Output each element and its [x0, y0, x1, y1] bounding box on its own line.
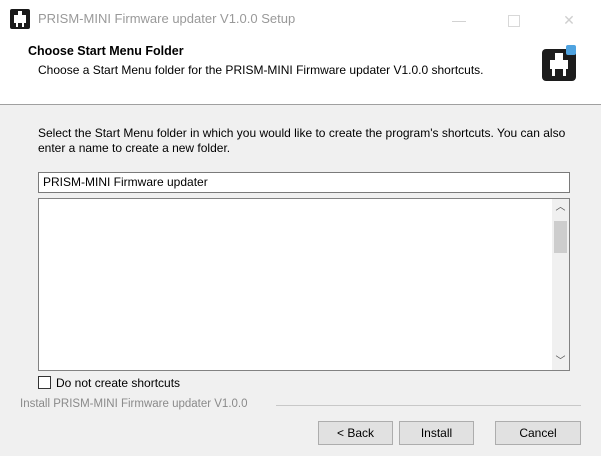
branding-divider — [276, 405, 581, 406]
installer-app-icon — [10, 9, 30, 29]
scroll-down-button[interactable]: ﹀ — [552, 353, 569, 370]
page-subtitle: Choose a Start Menu folder for the PRISM… — [38, 63, 484, 77]
close-icon: ✕ — [563, 12, 575, 28]
minimize-icon: — — [452, 12, 466, 28]
close-button[interactable]: ✕ — [546, 4, 592, 36]
window-title: PRISM-MINI Firmware updater V1.0.0 Setup — [38, 11, 296, 26]
installer-branding: Install PRISM-MINI Firmware updater V1.0… — [20, 398, 248, 410]
page-title: Choose Start Menu Folder — [28, 44, 184, 58]
start-menu-folder-list[interactable]: ︿ ﹀ — [38, 198, 570, 371]
dialog-body: Select the Start Menu folder in which yo… — [0, 105, 601, 456]
chevron-up-icon: ︿ — [555, 202, 566, 213]
install-button[interactable]: Install — [399, 421, 474, 445]
do-not-create-shortcuts-checkbox[interactable] — [38, 376, 51, 389]
folder-list-scrollbar[interactable]: ︿ ﹀ — [552, 199, 569, 370]
do-not-create-shortcuts-label[interactable]: Do not create shortcuts — [56, 376, 180, 390]
scroll-up-button[interactable]: ︿ — [552, 199, 569, 216]
start-menu-folder-input[interactable] — [38, 172, 570, 193]
page-header: Choose Start Menu Folder Choose a Start … — [0, 40, 601, 104]
instructions-text: Select the Start Menu folder in which yo… — [38, 126, 566, 155]
scroll-thumb[interactable] — [554, 221, 567, 253]
cancel-button[interactable]: Cancel — [495, 421, 581, 445]
maximize-button[interactable] — [491, 4, 537, 36]
chevron-down-icon: ﹀ — [555, 356, 566, 367]
minimize-button[interactable]: — — [436, 4, 482, 36]
installer-logo-icon — [540, 45, 578, 83]
maximize-icon — [508, 15, 520, 28]
title-bar: PRISM-MINI Firmware updater V1.0.0 Setup… — [0, 0, 601, 40]
back-button[interactable]: < Back — [318, 421, 393, 445]
